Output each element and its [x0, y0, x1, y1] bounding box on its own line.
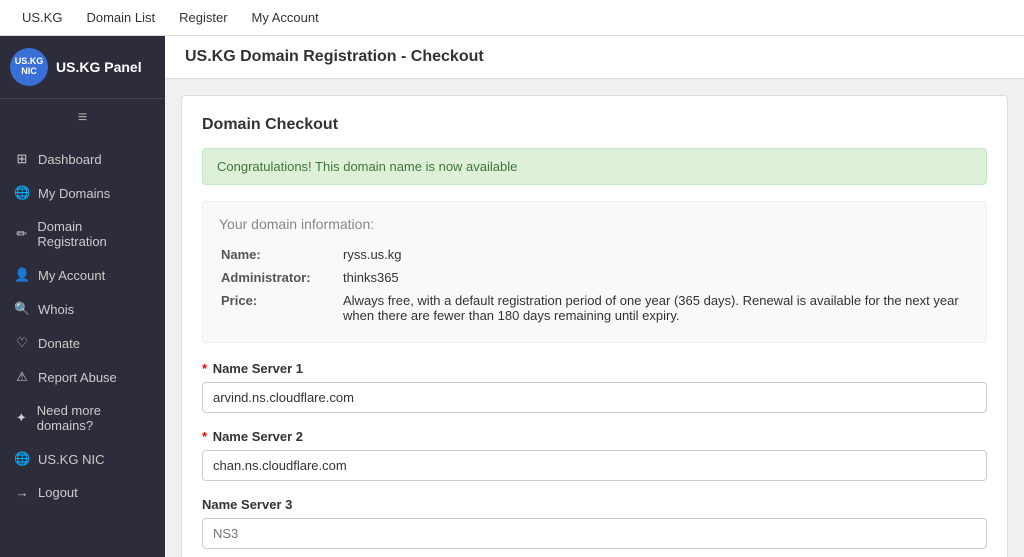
sidebar-item-uskg-nic[interactable]: 🌐 US.KG NIC [0, 442, 165, 476]
ns3-input[interactable] [202, 518, 987, 549]
sidebar-label-uskg-nic: US.KG NIC [38, 452, 104, 467]
uskg-nic-icon: 🌐 [14, 451, 30, 467]
sidebar-item-whois[interactable]: 🔍 Whois [0, 292, 165, 326]
ns2-label: * Name Server 2 [202, 429, 987, 444]
page-body: Domain Checkout Congratulations! This do… [165, 79, 1024, 557]
account-icon: 👤 [14, 267, 30, 283]
dashboard-icon: ⊞ [14, 151, 30, 167]
domain-price-row: Price: Always free, with a default regis… [221, 290, 968, 326]
nav-uskg[interactable]: US.KG [10, 0, 74, 36]
report-icon: ⚠ [14, 369, 30, 385]
ns3-group: Name Server 3 [202, 497, 987, 549]
sidebar-item-domain-registration[interactable]: ✏ Domain Registration [0, 210, 165, 258]
domain-name-label: Name: [221, 244, 341, 265]
ns1-required-star: * [202, 361, 207, 376]
page-header: US.KG Domain Registration - Checkout [165, 36, 1024, 79]
content-area: US.KG Domain Registration - Checkout Dom… [165, 36, 1024, 557]
domain-price-label: Price: [221, 290, 341, 326]
whois-icon: 🔍 [14, 301, 30, 317]
sidebar-item-dashboard[interactable]: ⊞ Dashboard [0, 142, 165, 176]
sidebar-header: US.KG NIC US.KG Panel [0, 36, 165, 99]
ns2-input[interactable] [202, 450, 987, 481]
sidebar-logo: US.KG NIC [10, 48, 48, 86]
domains-icon: 🌐 [14, 185, 30, 201]
domain-info-section: Your domain information: Name: ryss.us.k… [202, 201, 987, 343]
logo-line2: NIC [21, 67, 37, 77]
sidebar-label-dashboard: Dashboard [38, 152, 102, 167]
sidebar-label-donate: Donate [38, 336, 80, 351]
sidebar-label-my-domains: My Domains [38, 186, 110, 201]
domain-name-row: Name: ryss.us.kg [221, 244, 968, 265]
success-message: Congratulations! This domain name is now… [217, 159, 517, 174]
ns1-group: * Name Server 1 [202, 361, 987, 413]
page-title: US.KG Domain Registration - Checkout [185, 48, 484, 65]
sidebar-item-logout[interactable]: → Logout [0, 476, 165, 509]
domain-admin-value: thinks365 [343, 267, 968, 288]
sidebar-item-my-domains[interactable]: 🌐 My Domains [0, 176, 165, 210]
registration-icon: ✏ [14, 226, 29, 242]
sidebar-item-report-abuse[interactable]: ⚠ Report Abuse [0, 360, 165, 394]
ns1-label: * Name Server 1 [202, 361, 987, 376]
sidebar-label-domain-registration: Domain Registration [37, 219, 151, 249]
success-alert: Congratulations! This domain name is now… [202, 148, 987, 185]
nav-my-account[interactable]: My Account [240, 0, 331, 36]
card-title: Domain Checkout [202, 116, 987, 134]
domain-admin-label: Administrator: [221, 267, 341, 288]
hamburger-menu[interactable]: ≡ [0, 99, 165, 137]
top-navigation: US.KG Domain List Register My Account [0, 0, 1024, 36]
sidebar-label-more-domains: Need more domains? [37, 403, 151, 433]
sidebar-label-report-abuse: Report Abuse [38, 370, 117, 385]
nav-domain-list[interactable]: Domain List [74, 0, 167, 36]
nav-register[interactable]: Register [167, 0, 239, 36]
sidebar-nav: ⊞ Dashboard 🌐 My Domains ✏ Domain Regist… [0, 137, 165, 514]
ns3-label: Name Server 3 [202, 497, 987, 512]
domain-info-title: Your domain information: [219, 216, 970, 232]
domain-price-value: Always free, with a default registration… [343, 290, 968, 326]
ns1-input[interactable] [202, 382, 987, 413]
sidebar-label-my-account: My Account [38, 268, 105, 283]
ns2-required-star: * [202, 429, 207, 444]
main-layout: US.KG NIC US.KG Panel ≡ ⊞ Dashboard 🌐 My… [0, 36, 1024, 557]
more-icon: ✦ [14, 410, 29, 426]
sidebar-item-more-domains[interactable]: ✦ Need more domains? [0, 394, 165, 442]
domain-name-value: ryss.us.kg [343, 244, 968, 265]
donate-icon: ♡ [14, 335, 30, 351]
sidebar: US.KG NIC US.KG Panel ≡ ⊞ Dashboard 🌐 My… [0, 36, 165, 557]
sidebar-item-donate[interactable]: ♡ Donate [0, 326, 165, 360]
sidebar-item-my-account[interactable]: 👤 My Account [0, 258, 165, 292]
ns2-group: * Name Server 2 [202, 429, 987, 481]
domain-info-table: Name: ryss.us.kg Administrator: thinks36… [219, 242, 970, 328]
checkout-card: Domain Checkout Congratulations! This do… [181, 95, 1008, 557]
domain-admin-row: Administrator: thinks365 [221, 267, 968, 288]
sidebar-label-whois: Whois [38, 302, 74, 317]
sidebar-title: US.KG Panel [56, 59, 142, 75]
logout-icon: → [14, 485, 30, 500]
sidebar-label-logout: Logout [38, 485, 78, 500]
